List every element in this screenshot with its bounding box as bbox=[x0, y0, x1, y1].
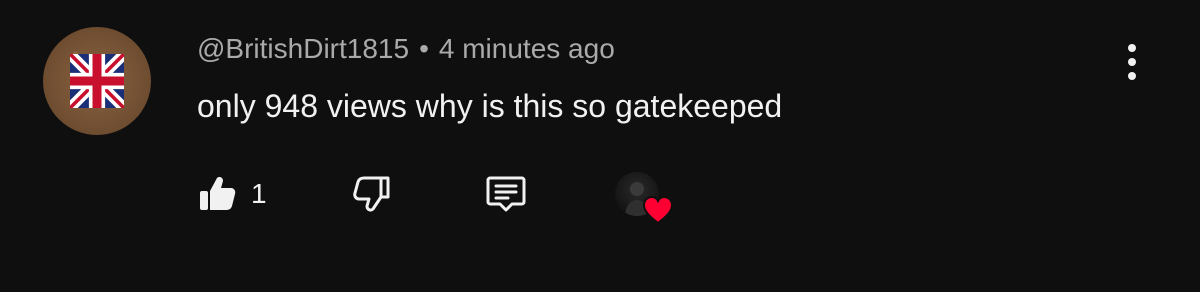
author-handle[interactable]: @BritishDirt1815 bbox=[197, 33, 409, 64]
comment-text: only 948 views why is this so gatekeeped bbox=[197, 88, 783, 124]
meta-separator: • bbox=[419, 33, 429, 64]
more-vert-icon[interactable] bbox=[1116, 40, 1148, 84]
like-count: 1 bbox=[251, 178, 267, 209]
comment-meta: @BritishDirt1815 • 4 minutes ago bbox=[197, 32, 615, 66]
thumbs-down-icon bbox=[353, 176, 390, 212]
author-avatar[interactable] bbox=[43, 27, 151, 135]
comment-timestamp[interactable]: 4 minutes ago bbox=[439, 33, 615, 64]
thumbs-up-icon bbox=[200, 177, 236, 210]
reply-button[interactable] bbox=[484, 172, 528, 216]
menu-dot bbox=[1128, 58, 1136, 66]
union-jack-icon bbox=[70, 54, 124, 108]
heart-icon bbox=[643, 196, 673, 224]
menu-dot bbox=[1128, 44, 1136, 52]
reply-comment-icon bbox=[486, 176, 526, 212]
dislike-button[interactable] bbox=[352, 172, 392, 216]
comment-thread: @BritishDirt1815 • 4 minutes ago only 948 … bbox=[0, 0, 1200, 292]
creator-heart-badge bbox=[615, 172, 673, 224]
like-button[interactable]: 1 bbox=[197, 172, 267, 216]
menu-dot bbox=[1128, 72, 1136, 80]
